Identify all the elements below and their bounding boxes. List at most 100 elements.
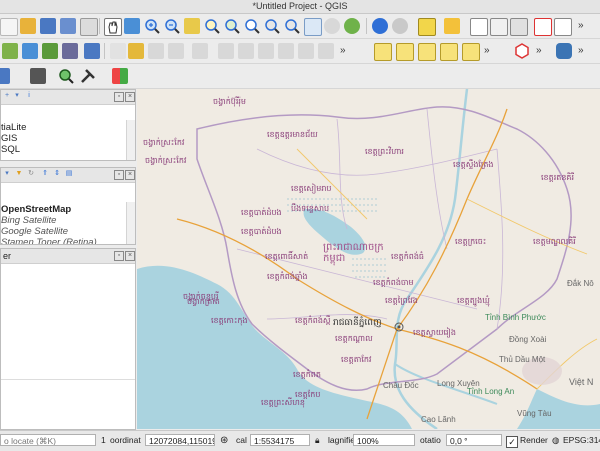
- magnifier-label: lagnifie: [328, 435, 355, 445]
- open-folder-icon[interactable]: [20, 18, 36, 34]
- xyz-item[interactable]: OpenStreetMap: [1, 204, 135, 215]
- toolbar-more-icon[interactable]: »: [578, 20, 584, 31]
- float-icon[interactable]: ▫: [114, 92, 124, 102]
- refresh-icon[interactable]: [344, 18, 360, 34]
- zoom-native-pin-icon[interactable]: [534, 18, 552, 36]
- map-label: Châu Đốc: [383, 381, 419, 390]
- grass-icon[interactable]: [30, 68, 46, 84]
- virtual-layer-icon[interactable]: [62, 43, 78, 59]
- map-label: Đồng Xoài: [509, 335, 547, 344]
- label-icon[interactable]: [374, 43, 392, 61]
- toolbar-labels-more-icon[interactable]: »: [484, 45, 490, 56]
- label-pin-icon[interactable]: [396, 43, 414, 61]
- layer-more-icon[interactable]: [84, 43, 100, 59]
- pan-to-selection-icon[interactable]: [124, 18, 140, 34]
- tools-icon[interactable]: [80, 68, 96, 84]
- info-icon[interactable]: i: [25, 92, 33, 100]
- pan-hand-icon[interactable]: [104, 18, 122, 36]
- text-annotation-icon[interactable]: [554, 18, 572, 36]
- toggle-edit-icon[interactable]: [128, 43, 144, 59]
- save-edits-icon[interactable]: [148, 43, 164, 59]
- filter-icon[interactable]: ▾: [3, 170, 11, 178]
- map-canvas[interactable]: ចង្វាក់ប៊ុរីរ៉ុម ខេត្តឧត្តរមានជ័យ ចង្វាក…: [137, 89, 600, 429]
- delete-icon[interactable]: [218, 43, 234, 59]
- browser-item[interactable]: tiaLite: [1, 122, 135, 133]
- attribute-table-icon[interactable]: [444, 18, 460, 34]
- main-toolbar: »: [0, 14, 600, 39]
- label-change-icon[interactable]: [462, 43, 480, 61]
- rotation-field[interactable]: 0,0 °: [446, 434, 502, 446]
- identify-icon[interactable]: [372, 18, 388, 34]
- settings-icon[interactable]: [0, 68, 10, 84]
- xyz-scrollbar[interactable]: [126, 202, 135, 244]
- xyz-item[interactable]: Google Satellite: [1, 226, 135, 237]
- float-icon[interactable]: ▫: [114, 170, 124, 180]
- zoom-next-icon[interactable]: [284, 18, 300, 34]
- collapse-icon[interactable]: ⇕: [53, 170, 61, 178]
- zoom-in-icon[interactable]: [144, 18, 160, 34]
- map-label: Tỉnh Bình Phước: [485, 313, 546, 322]
- filter-icon[interactable]: ▾: [13, 92, 21, 100]
- copy-icon[interactable]: [258, 43, 274, 59]
- xyz-item[interactable]: Bing Satellite: [1, 215, 135, 226]
- save-icon[interactable]: [40, 18, 56, 34]
- geometry-checker-icon[interactable]: [514, 43, 530, 59]
- temporal-icon[interactable]: [324, 18, 340, 34]
- pencil-icon[interactable]: [110, 43, 126, 59]
- add-icon[interactable]: +: [3, 92, 11, 100]
- statistics-icon[interactable]: [470, 18, 488, 36]
- browser-scrollbar[interactable]: [126, 120, 135, 160]
- coordinate-field[interactable]: 12072084,1150194: [145, 434, 215, 446]
- redo-icon[interactable]: [318, 43, 334, 59]
- toolbar2-more-icon[interactable]: »: [340, 45, 346, 56]
- select-features-icon[interactable]: [418, 18, 436, 36]
- close-icon[interactable]: ×: [125, 251, 135, 261]
- funnel-icon[interactable]: ▼: [15, 170, 23, 178]
- refresh-icon[interactable]: ↻: [27, 170, 35, 178]
- lock-icon[interactable]: 🔒︎: [315, 434, 320, 447]
- add-feature-icon[interactable]: [168, 43, 184, 59]
- action-gear-icon[interactable]: [392, 18, 408, 34]
- save-as-icon[interactable]: [60, 18, 76, 34]
- crosshair-toggle-icon[interactable]: ⊛: [220, 434, 228, 447]
- plugins-grid-icon[interactable]: [112, 68, 128, 84]
- close-icon[interactable]: ×: [125, 92, 135, 102]
- crs-globe-icon[interactable]: ◍: [552, 434, 559, 447]
- properties-icon[interactable]: ▤: [65, 170, 73, 178]
- browser-item[interactable]: SQL: [1, 144, 135, 155]
- zoom-to-layer-icon[interactable]: [224, 18, 240, 34]
- browser-item[interactable]: GIS: [1, 133, 135, 144]
- add-layer-icon[interactable]: [42, 43, 58, 59]
- python-icon[interactable]: [556, 43, 572, 59]
- map-tips-icon[interactable]: [510, 18, 528, 36]
- crs-label[interactable]: EPSG:3148: [563, 434, 600, 447]
- vertex-tool-icon[interactable]: [192, 43, 208, 59]
- new-file-icon[interactable]: [0, 18, 18, 36]
- zoom-last-icon[interactable]: [264, 18, 280, 34]
- add-vector-icon[interactable]: [2, 43, 18, 59]
- zoom-out-icon[interactable]: [164, 18, 180, 34]
- undo-icon[interactable]: [298, 43, 314, 59]
- new-map-view-icon[interactable]: [304, 18, 322, 36]
- print-layout-icon[interactable]: [80, 18, 98, 36]
- scale-combobox[interactable]: 1:5534175: [250, 434, 310, 446]
- zoom-full-icon[interactable]: [184, 18, 200, 34]
- cut-icon[interactable]: [238, 43, 254, 59]
- render-checkbox[interactable]: ✓: [506, 436, 518, 448]
- label-show-icon[interactable]: [418, 43, 436, 61]
- toolbar-check-more-icon[interactable]: »: [536, 45, 542, 56]
- paste-icon[interactable]: [278, 43, 294, 59]
- zoom-search-icon[interactable]: [58, 68, 74, 84]
- digitize-pencil-icon[interactable]: [22, 43, 38, 59]
- xyz-item[interactable]: Stamen Toner (Retina): [1, 237, 135, 244]
- close-icon[interactable]: ×: [125, 170, 135, 180]
- locator-search-input[interactable]: o locate (⌘K): [0, 434, 96, 446]
- measure-icon[interactable]: [490, 18, 508, 36]
- magnifier-field[interactable]: 100%: [353, 434, 415, 446]
- expand-icon[interactable]: ⇑: [41, 170, 49, 178]
- float-icon[interactable]: ▫: [114, 251, 124, 261]
- toolbar-python-more-icon[interactable]: »: [578, 45, 584, 56]
- label-move-icon[interactable]: [440, 43, 458, 61]
- zoom-to-selection-icon[interactable]: [204, 18, 220, 34]
- zoom-native-icon[interactable]: [244, 18, 260, 34]
